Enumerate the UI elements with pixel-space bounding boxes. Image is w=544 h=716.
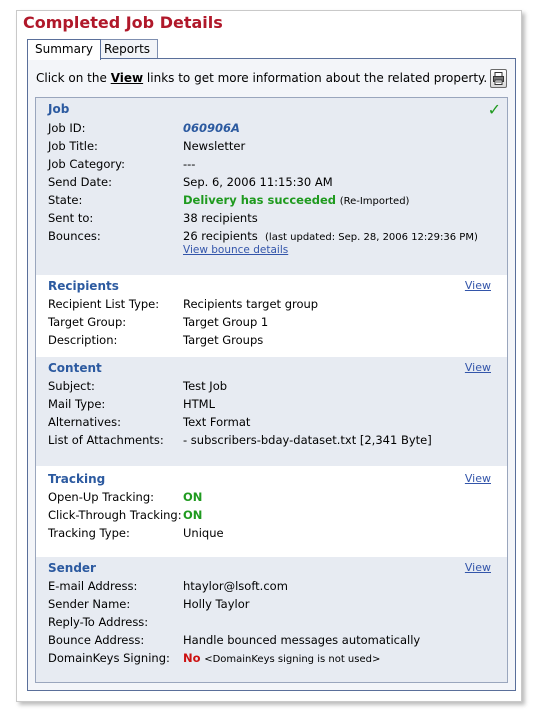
alternatives-value: Text Format (183, 415, 251, 429)
domainkeys-label: DomainKeys Signing: (48, 651, 170, 665)
click-through-tracking-value: ON (183, 508, 203, 522)
click-through-tracking-label: Click-Through Tracking: (48, 508, 182, 522)
attachments-label: List of Attachments: (48, 433, 164, 447)
state-value-wrap: Delivery has succeeded (Re-Imported) (183, 191, 409, 211)
email-address-label: E-mail Address: (48, 579, 138, 593)
job-category-row: Job Category: --- (48, 155, 503, 173)
job-title-value: Newsletter (183, 139, 246, 153)
send-date-row: Send Date: Sep. 6, 2006 11:15:30 AM (48, 173, 503, 191)
alternatives-row: Alternatives: Text Format (48, 413, 503, 431)
content-view-link[interactable]: View (465, 361, 491, 374)
view-bounce-details-link[interactable]: View bounce details (183, 244, 288, 256)
send-date-label: Send Date: (48, 175, 112, 189)
job-title-label: Job Title: (48, 139, 98, 153)
tracking-type-value: Unique (183, 526, 224, 540)
sender-view-link[interactable]: View (465, 561, 491, 574)
sender-section-title: Sender (48, 561, 96, 575)
subject-row: Subject: Test Job (48, 377, 503, 395)
bounces-value: 26 recipients (183, 229, 258, 243)
recipients-view-link[interactable]: View (465, 279, 491, 292)
mail-type-value: HTML (183, 397, 216, 411)
subject-label: Subject: (48, 379, 95, 393)
intro-view-word: View (110, 71, 144, 85)
tracking-type-label: Tracking Type: (48, 526, 130, 540)
domainkeys-value: No (183, 651, 201, 665)
reply-to-row: Reply-To Address: (48, 613, 503, 631)
intro-after: links to get more information about the … (143, 71, 488, 85)
recipient-list-type-value: Recipients target group (183, 297, 319, 311)
click-through-tracking-row: Click-Through Tracking: ON (48, 506, 503, 524)
page-title: Completed Job Details (23, 13, 223, 32)
open-up-tracking-label: Open-Up Tracking: (48, 490, 154, 504)
job-id-label: Job ID: (48, 121, 86, 135)
target-group-value: Target Group 1 (183, 315, 269, 329)
attachments-value: - subscribers-bday-dataset.txt [2,341 By… (183, 433, 432, 447)
tab-reports[interactable]: Reports (96, 39, 159, 59)
description-row: Description: Target Groups (48, 331, 503, 349)
sender-name-value: Holly Taylor (183, 597, 250, 611)
job-id-value: 060906A (183, 121, 240, 135)
bounces-note: (last updated: Sep. 28, 2006 12:29:36 PM… (265, 232, 478, 243)
bounce-address-value: Handle bounced messages automatically (183, 633, 421, 647)
recipients-section-title: Recipients (48, 279, 119, 293)
bounce-address-row: Bounce Address: Handle bounced messages … (48, 631, 503, 649)
bounces-row: Bounces: 26 recipients (last updated: Se… (48, 227, 503, 245)
job-title-row: Job Title: Newsletter (48, 137, 503, 155)
send-date-value: Sep. 6, 2006 11:15:30 AM (183, 175, 333, 189)
domainkeys-note: <DomainKeys signing is not used> (204, 654, 381, 665)
job-id-row: Job ID: 060906A (48, 119, 503, 137)
job-section: Job ✓ Job ID: 060906A Job Title: Newslet… (36, 98, 507, 275)
attachments-row: List of Attachments: - subscribers-bday-… (48, 431, 503, 449)
print-icon (493, 72, 504, 85)
description-label: Description: (48, 333, 118, 347)
alternatives-label: Alternatives: (48, 415, 121, 429)
tab-summary[interactable]: Summary (27, 39, 101, 60)
print-button[interactable] (490, 69, 507, 88)
target-group-label: Target Group: (48, 315, 127, 329)
recipient-list-type-label: Recipient List Type: (48, 297, 160, 311)
sender-section: Sender View E-mail Address: htaylor@lsof… (36, 557, 507, 682)
subject-value: Test Job (183, 379, 228, 393)
tracking-section: Tracking View Open-Up Tracking: ON Click… (36, 466, 507, 557)
state-note: (Re-Imported) (339, 196, 410, 207)
target-group-row: Target Group: Target Group 1 (48, 313, 503, 331)
content-section: Content View Subject: Test Job Mail Type… (36, 357, 507, 466)
mail-type-row: Mail Type: HTML (48, 395, 503, 413)
description-value: Target Groups (183, 333, 264, 347)
sent-to-row: Sent to: 38 recipients (48, 209, 503, 227)
tracking-type-row: Tracking Type: Unique (48, 524, 503, 542)
sender-name-label: Sender Name: (48, 597, 131, 611)
summary-panel: Click on the View links to get more info… (27, 58, 516, 691)
reply-to-label: Reply-To Address: (48, 615, 149, 629)
sent-to-label: Sent to: (48, 211, 94, 225)
open-up-tracking-row: Open-Up Tracking: ON (48, 488, 503, 506)
job-category-label: Job Category: (48, 157, 125, 171)
job-section-title: Job (48, 102, 70, 116)
content-section-title: Content (48, 361, 102, 375)
state-label: State: (48, 193, 83, 207)
recipient-list-type-row: Recipient List Type: Recipients target g… (48, 295, 503, 313)
intro-text: Click on the View links to get more info… (36, 71, 487, 85)
tracking-section-title: Tracking (48, 472, 106, 486)
domainkeys-row: DomainKeys Signing: No <DomainKeys signi… (48, 649, 503, 667)
state-row: State: Delivery has succeeded (Re-Import… (48, 191, 503, 209)
recipients-section: Recipients View Recipient List Type: Rec… (36, 275, 507, 357)
state-value: Delivery has succeeded (183, 193, 337, 207)
mail-type-label: Mail Type: (48, 397, 106, 411)
sent-to-value: 38 recipients (183, 211, 258, 225)
email-address-row: E-mail Address: htaylor@lsoft.com (48, 577, 503, 595)
check-icon: ✓ (487, 100, 501, 119)
details-content: Job ✓ Job ID: 060906A Job Title: Newslet… (35, 97, 508, 683)
tracking-view-link[interactable]: View (465, 472, 491, 485)
email-address-value: htaylor@lsoft.com (183, 579, 288, 593)
intro-before: Click on the (36, 71, 111, 85)
open-up-tracking-value: ON (183, 490, 203, 504)
sender-name-row: Sender Name: Holly Taylor (48, 595, 503, 613)
bounces-label: Bounces: (48, 229, 101, 243)
job-category-value: --- (183, 157, 196, 171)
bounce-address-label: Bounce Address: (48, 633, 145, 647)
job-details-window: Completed Job Details Summary Reports Cl… (16, 10, 522, 702)
domainkeys-value-wrap: No <DomainKeys signing is not used> (183, 649, 380, 669)
